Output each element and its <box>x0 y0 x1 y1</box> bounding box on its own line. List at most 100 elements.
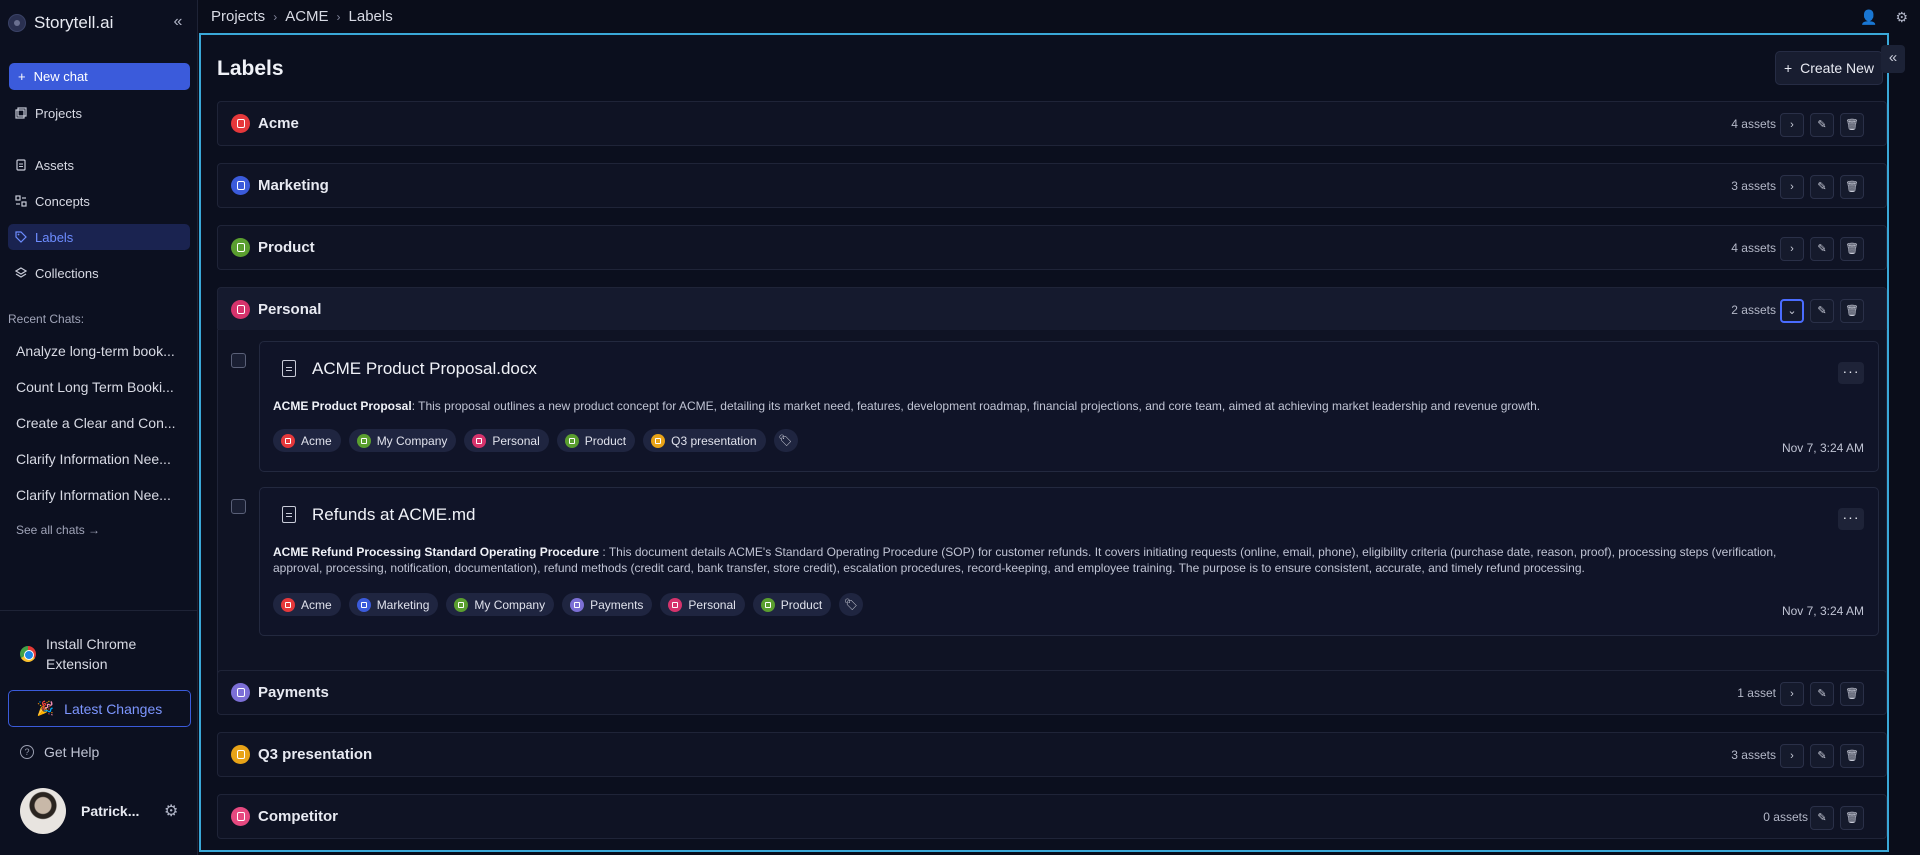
add-label-tag-icon[interactable]: 🏷 <box>773 429 798 452</box>
label-chip[interactable]: Product <box>752 593 832 616</box>
get-help-link[interactable]: ? Get Help <box>20 744 99 760</box>
edit-icon[interactable]: ✎ <box>1810 299 1834 323</box>
collapse-panel-icon[interactable]: « <box>1881 45 1905 73</box>
recent-chat-item[interactable]: Analyze long-term book... <box>16 343 186 359</box>
label-color-icon <box>231 114 250 133</box>
asset-card[interactable]: ACME Product Proposal.docx ··· ACME Prod… <box>259 341 1879 472</box>
sidebar-item-collections[interactable]: Collections <box>8 260 190 286</box>
trash-icon[interactable]: 🗑 <box>1840 806 1864 830</box>
new-chat-button[interactable]: + New chat <box>9 63 190 90</box>
asset-checkbox[interactable] <box>231 353 246 368</box>
summary-text: : This proposal outlines a new product c… <box>411 399 1541 413</box>
chevron-right-icon[interactable]: › <box>1780 175 1804 199</box>
label-color-icon <box>231 300 250 319</box>
sidebar-item-concepts[interactable]: Concepts <box>8 188 190 214</box>
recent-chat-item[interactable]: Clarify Information Nee... <box>16 451 186 467</box>
install-extension-link[interactable]: Install Chrome Extension <box>20 634 166 674</box>
trash-icon[interactable]: 🗑 <box>1840 113 1864 137</box>
chevron-right-icon[interactable]: › <box>1780 744 1804 768</box>
gear-icon[interactable]: ⚙ <box>164 801 178 821</box>
create-new-button[interactable]: + Create New <box>1775 51 1883 85</box>
label-color-icon <box>564 433 579 448</box>
label-name: Marketing <box>258 177 329 194</box>
edit-icon[interactable]: ✎ <box>1810 113 1834 137</box>
label-row-acme[interactable]: Acme 4 assets › ✎ 🗑 <box>217 101 1887 146</box>
chevron-right-icon[interactable]: › <box>1780 682 1804 706</box>
asset-summary: ACME Refund Processing Standard Operatin… <box>273 544 1813 576</box>
gear-icon[interactable]: ⚙ <box>1895 9 1908 26</box>
label-chip[interactable]: Personal <box>464 429 549 452</box>
sidebar-item-assets[interactable]: Assets <box>8 152 190 178</box>
label-name: Payments <box>258 684 329 701</box>
label-chip[interactable]: Product <box>556 429 636 452</box>
label-row-competitor[interactable]: Competitor 0 assets ✎ 🗑 <box>217 794 1887 839</box>
label-chip[interactable]: Acme <box>273 429 341 452</box>
label-chip-text: My Company <box>474 597 546 612</box>
personal-assets-list: ACME Product Proposal.docx ··· ACME Prod… <box>217 330 1887 688</box>
label-row-personal[interactable]: Personal 2 assets ⌄ ✎ 🗑 <box>217 287 1887 332</box>
asset-card[interactable]: Refunds at ACME.md ··· ACME Refund Proce… <box>259 487 1879 636</box>
avatar <box>20 788 66 834</box>
recent-chat-item[interactable]: Create a Clear and Con... <box>16 415 186 431</box>
label-chip[interactable]: Q3 presentation <box>643 429 766 452</box>
label-row-marketing[interactable]: Marketing 3 assets › ✎ 🗑 <box>217 163 1887 208</box>
sidebar-item-label: Labels <box>35 229 74 245</box>
trash-icon[interactable]: 🗑 <box>1840 237 1864 261</box>
chevron-right-icon: › <box>336 9 341 24</box>
label-chip-text: Acme <box>301 433 332 448</box>
sidebar-item-labels[interactable]: Labels <box>8 224 190 250</box>
user-profile[interactable]: Patrick... ⚙ <box>20 788 178 834</box>
see-all-chats-link[interactable]: See all chats → <box>16 523 100 537</box>
recent-chat-item[interactable]: Clarify Information Nee... <box>16 487 186 503</box>
trash-icon[interactable]: 🗑 <box>1840 744 1864 768</box>
latest-changes-label: Latest Changes <box>64 700 163 717</box>
label-row-product[interactable]: Product 4 assets › ✎ 🗑 <box>217 225 1887 270</box>
sidebar-item-projects[interactable]: Projects <box>8 100 190 126</box>
collapse-sidebar-icon[interactable]: « <box>168 12 188 32</box>
add-label-tag-icon[interactable]: 🏷 <box>839 593 864 616</box>
layers-icon <box>15 267 27 278</box>
asset-title[interactable]: ACME Product Proposal.docx <box>312 359 537 379</box>
label-chip-text: My Company <box>376 433 448 448</box>
more-options-icon[interactable]: ··· <box>1838 508 1864 530</box>
plus-icon: + <box>18 69 26 84</box>
concepts-icon <box>15 195 27 207</box>
asset-count: 4 assets <box>1731 241 1776 255</box>
more-options-icon[interactable]: ··· <box>1838 362 1864 384</box>
edit-icon[interactable]: ✎ <box>1810 682 1834 706</box>
label-chip[interactable]: My Company <box>348 429 457 452</box>
brand-name: Storytell.ai <box>34 13 114 32</box>
brand[interactable]: Storytell.ai <box>8 13 113 33</box>
label-chip[interactable]: My Company <box>446 593 555 616</box>
recent-chat-item[interactable]: Count Long Term Booki... <box>16 379 186 395</box>
label-chip[interactable]: Personal <box>660 593 745 616</box>
asset-title[interactable]: Refunds at ACME.md <box>312 505 475 525</box>
label-chip[interactable]: Marketing <box>348 593 439 616</box>
breadcrumb-labels[interactable]: Labels <box>349 8 393 25</box>
label-row-q3-presentation[interactable]: Q3 presentation 3 assets › ✎ 🗑 <box>217 732 1887 777</box>
edit-icon[interactable]: ✎ <box>1810 237 1834 261</box>
chevron-down-icon[interactable]: ⌄ <box>1780 299 1804 323</box>
trash-icon[interactable]: 🗑 <box>1840 682 1864 706</box>
breadcrumb-acme[interactable]: ACME <box>285 8 328 25</box>
trash-icon[interactable]: 🗑 <box>1840 175 1864 199</box>
edit-icon[interactable]: ✎ <box>1810 175 1834 199</box>
label-chip[interactable]: Acme <box>273 593 341 616</box>
summary-title: ACME Refund Processing Standard Operatin… <box>273 545 600 559</box>
label-name: Competitor <box>258 808 338 825</box>
users-icon[interactable]: 👤 <box>1860 9 1877 26</box>
edit-icon[interactable]: ✎ <box>1810 744 1834 768</box>
breadcrumb-projects[interactable]: Projects <box>211 8 265 25</box>
install-extension-label: Install Chrome Extension <box>46 636 137 672</box>
label-row-payments[interactable]: Payments 1 asset › ✎ 🗑 <box>217 670 1887 715</box>
label-chip[interactable]: Payments <box>562 593 653 616</box>
latest-changes-button[interactable]: 🎉 Latest Changes <box>8 690 191 727</box>
label-chip-text: Marketing <box>376 597 430 612</box>
trash-icon[interactable]: 🗑 <box>1840 299 1864 323</box>
label-color-icon <box>472 433 487 448</box>
chevron-right-icon[interactable]: › <box>1780 237 1804 261</box>
edit-icon[interactable]: ✎ <box>1810 806 1834 830</box>
asset-checkbox[interactable] <box>231 499 246 514</box>
asset-count: 4 assets <box>1731 117 1776 131</box>
chevron-right-icon[interactable]: › <box>1780 113 1804 137</box>
